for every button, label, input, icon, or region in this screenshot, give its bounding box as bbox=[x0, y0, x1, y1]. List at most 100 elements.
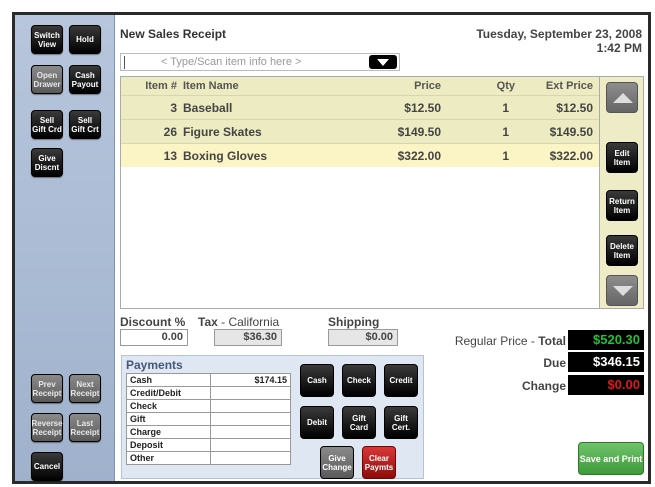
hold-button[interactable]: Hold bbox=[69, 25, 101, 54]
change-value: $0.00 bbox=[568, 375, 644, 395]
tax-value: $36.30 bbox=[214, 329, 282, 346]
item-ext-price: $322.00 bbox=[549, 149, 593, 163]
total-value: $520.30 bbox=[568, 330, 644, 350]
cash-payment-button[interactable]: Cash bbox=[300, 364, 334, 397]
gift-cert-payment-button[interactable]: Gift Cert. bbox=[384, 406, 418, 439]
sell-gift-card-button[interactable]: Sell Gift Crd bbox=[31, 110, 63, 139]
next-receipt-button[interactable]: Next Receipt bbox=[69, 374, 101, 403]
sidebar: Switch View Hold Open Drawer Cash Payout… bbox=[15, 15, 115, 481]
col-item-no: Item # bbox=[145, 80, 177, 92]
prev-receipt-button[interactable]: Prev Receipt bbox=[31, 374, 63, 403]
dropdown-arrow-icon[interactable] bbox=[369, 55, 397, 69]
return-item-button[interactable]: Return Item bbox=[606, 190, 638, 221]
debit-payment-button[interactable]: Debit bbox=[300, 406, 334, 439]
open-drawer-button[interactable]: Open Drawer bbox=[31, 65, 63, 94]
item-name: Boxing Gloves bbox=[183, 149, 268, 163]
items-table: Item # Item Name Price Qty Ext Price 3 B… bbox=[120, 76, 600, 309]
payment-amount bbox=[210, 399, 291, 413]
time-label: 1:42 PM bbox=[596, 41, 642, 55]
table-row-selected[interactable]: 13 Boxing Gloves $322.00 1 $322.00 bbox=[121, 143, 599, 167]
payment-amount: $174.15 bbox=[210, 373, 291, 387]
shipping-input[interactable]: $0.00 bbox=[328, 329, 398, 346]
discount-label: Discount % bbox=[120, 315, 186, 329]
item-ext-price: $149.50 bbox=[549, 125, 593, 139]
payments-title: Payments bbox=[126, 358, 183, 372]
total-label: Regular Price - Total bbox=[455, 334, 566, 348]
item-ext-price: $12.50 bbox=[556, 101, 593, 115]
date-time: Tuesday, September 23, 2008 1:42 PM bbox=[476, 27, 642, 55]
last-receipt-button[interactable]: Last Receipt bbox=[69, 413, 101, 442]
due-value: $346.15 bbox=[568, 352, 644, 372]
item-no: 3 bbox=[170, 101, 177, 115]
col-ext-price: Ext Price bbox=[545, 80, 593, 92]
gift-card-payment-button[interactable]: Gift Card bbox=[342, 406, 376, 439]
payment-method: Other bbox=[126, 451, 211, 465]
payment-method: Cash bbox=[126, 373, 211, 387]
shipping-label: Shipping bbox=[328, 315, 380, 329]
scroll-down-icon[interactable] bbox=[606, 275, 638, 306]
payment-amount bbox=[210, 412, 291, 426]
payments-table: Cash $174.15 Credit/Debit Check Gift Char… bbox=[126, 373, 291, 465]
payment-row[interactable]: Gift bbox=[126, 412, 291, 426]
cancel-button[interactable]: Cancel bbox=[31, 452, 63, 481]
payment-row[interactable]: Check bbox=[126, 399, 291, 413]
give-change-button[interactable]: Give Change bbox=[320, 446, 354, 479]
item-price: $149.50 bbox=[397, 125, 441, 139]
payment-method: Credit/Debit bbox=[126, 386, 211, 400]
col-item-name: Item Name bbox=[183, 80, 239, 92]
discount-input[interactable]: 0.00 bbox=[120, 329, 188, 346]
tax-region: - California bbox=[221, 315, 280, 329]
reverse-receipt-button[interactable]: Reverse Receipt bbox=[31, 413, 63, 442]
sell-gift-cert-button[interactable]: Sell Gift Crt bbox=[69, 110, 101, 139]
payment-method: Charge bbox=[126, 425, 211, 439]
clear-payments-button[interactable]: Clear Paymts bbox=[362, 446, 396, 479]
give-discount-button[interactable]: Give Discnt bbox=[31, 148, 63, 177]
payment-row[interactable]: Deposit bbox=[126, 438, 291, 452]
item-qty: 1 bbox=[502, 149, 509, 163]
item-price: $12.50 bbox=[404, 101, 441, 115]
delete-item-button[interactable]: Delete Item bbox=[606, 235, 638, 266]
payment-row[interactable]: Charge bbox=[126, 425, 291, 439]
text-cursor bbox=[124, 55, 125, 69]
regular-price-label: Regular Price - bbox=[454, 334, 535, 348]
item-no: 13 bbox=[163, 149, 177, 163]
payment-row[interactable]: Credit/Debit bbox=[126, 386, 291, 400]
col-price: Price bbox=[414, 80, 441, 92]
main-panel: New Sales Receipt Tuesday, September 23,… bbox=[116, 15, 648, 481]
item-no: 26 bbox=[163, 125, 177, 139]
row-action-bar: Edit Item Return Item Delete Item bbox=[600, 76, 644, 309]
cash-payout-button[interactable]: Cash Payout bbox=[69, 65, 101, 94]
payment-amount bbox=[210, 425, 291, 439]
item-qty: 1 bbox=[502, 101, 509, 115]
tax-label: Tax - California bbox=[198, 315, 279, 329]
payment-amount bbox=[210, 386, 291, 400]
switch-view-button[interactable]: Switch View bbox=[31, 25, 63, 54]
total-label-text: Total bbox=[538, 334, 566, 348]
col-qty: Qty bbox=[496, 80, 515, 92]
payment-row[interactable]: Cash $174.15 bbox=[126, 373, 291, 387]
table-row[interactable]: 26 Figure Skates $149.50 1 $149.50 bbox=[121, 119, 599, 143]
payment-amount bbox=[210, 438, 291, 452]
app-window: Switch View Hold Open Drawer Cash Payout… bbox=[12, 12, 651, 484]
table-header: Item # Item Name Price Qty Ext Price bbox=[121, 77, 599, 95]
table-row[interactable]: 3 Baseball $12.50 1 $12.50 bbox=[121, 95, 599, 119]
payment-method: Gift bbox=[126, 412, 211, 426]
edit-item-button[interactable]: Edit Item bbox=[606, 142, 638, 173]
payment-amount bbox=[210, 451, 291, 465]
payment-method: Check bbox=[126, 399, 211, 413]
payment-method: Deposit bbox=[126, 438, 211, 452]
change-label: Change bbox=[521, 379, 566, 393]
item-name: Baseball bbox=[183, 101, 233, 115]
scroll-up-icon[interactable] bbox=[606, 82, 638, 113]
item-price: $322.00 bbox=[397, 149, 441, 163]
search-placeholder: < Type/Scan item info here > bbox=[161, 56, 302, 68]
date-label: Tuesday, September 23, 2008 bbox=[476, 27, 642, 41]
payment-row[interactable]: Other bbox=[126, 451, 291, 465]
payments-panel: Payments Cash $174.15 Credit/Debit Check … bbox=[121, 355, 424, 479]
item-search-input[interactable]: < Type/Scan item info here > bbox=[120, 53, 400, 71]
check-payment-button[interactable]: Check bbox=[342, 364, 376, 397]
save-and-print-button[interactable]: Save and Print bbox=[578, 442, 644, 475]
page-title: New Sales Receipt bbox=[120, 27, 227, 41]
credit-payment-button[interactable]: Credit bbox=[384, 364, 418, 397]
tax-label-text: Tax bbox=[198, 315, 218, 329]
